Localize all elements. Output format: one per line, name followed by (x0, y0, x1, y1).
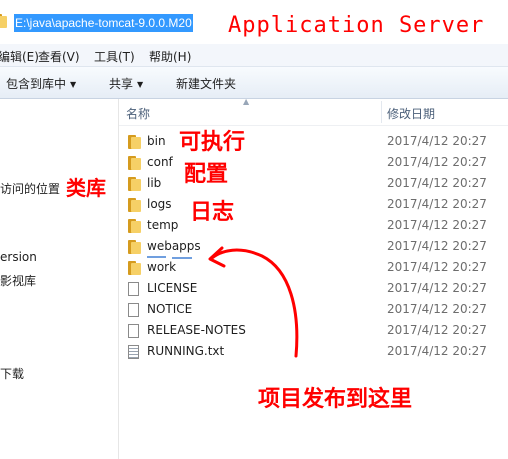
annotation-arrow (147, 246, 299, 358)
